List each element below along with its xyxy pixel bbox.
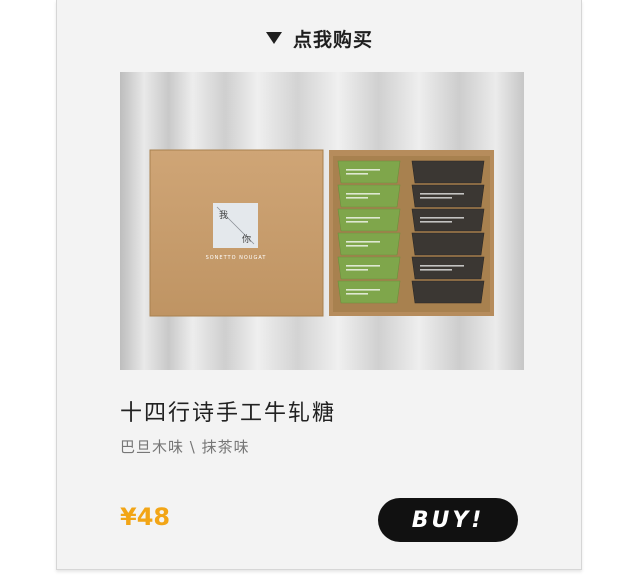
box-mark-top: 我 <box>219 210 228 221</box>
product-photo: 我 你 SONETTO NOUGAT <box>120 72 524 370</box>
product-flavors: 巴旦木味 \ 抹茶味 <box>120 438 250 456</box>
box-mark-bottom: 你 <box>242 233 251 245</box>
box-brand: SONETTO NOUGAT <box>206 255 267 261</box>
header-label: 点我购买 <box>292 28 373 51</box>
triangle-down-icon <box>265 32 282 44</box>
buy-button[interactable]: BUY! <box>378 498 518 542</box>
product-card: 点我购买 我 你 SONETTO NOUGAT 十四行诗手工牛轧糖 巴旦木味 \… <box>56 0 582 570</box>
buy-header[interactable]: 点我购买 <box>57 22 581 54</box>
product-title: 十四行诗手工牛轧糖 <box>120 401 337 426</box>
product-price: ¥48 <box>120 503 171 531</box>
